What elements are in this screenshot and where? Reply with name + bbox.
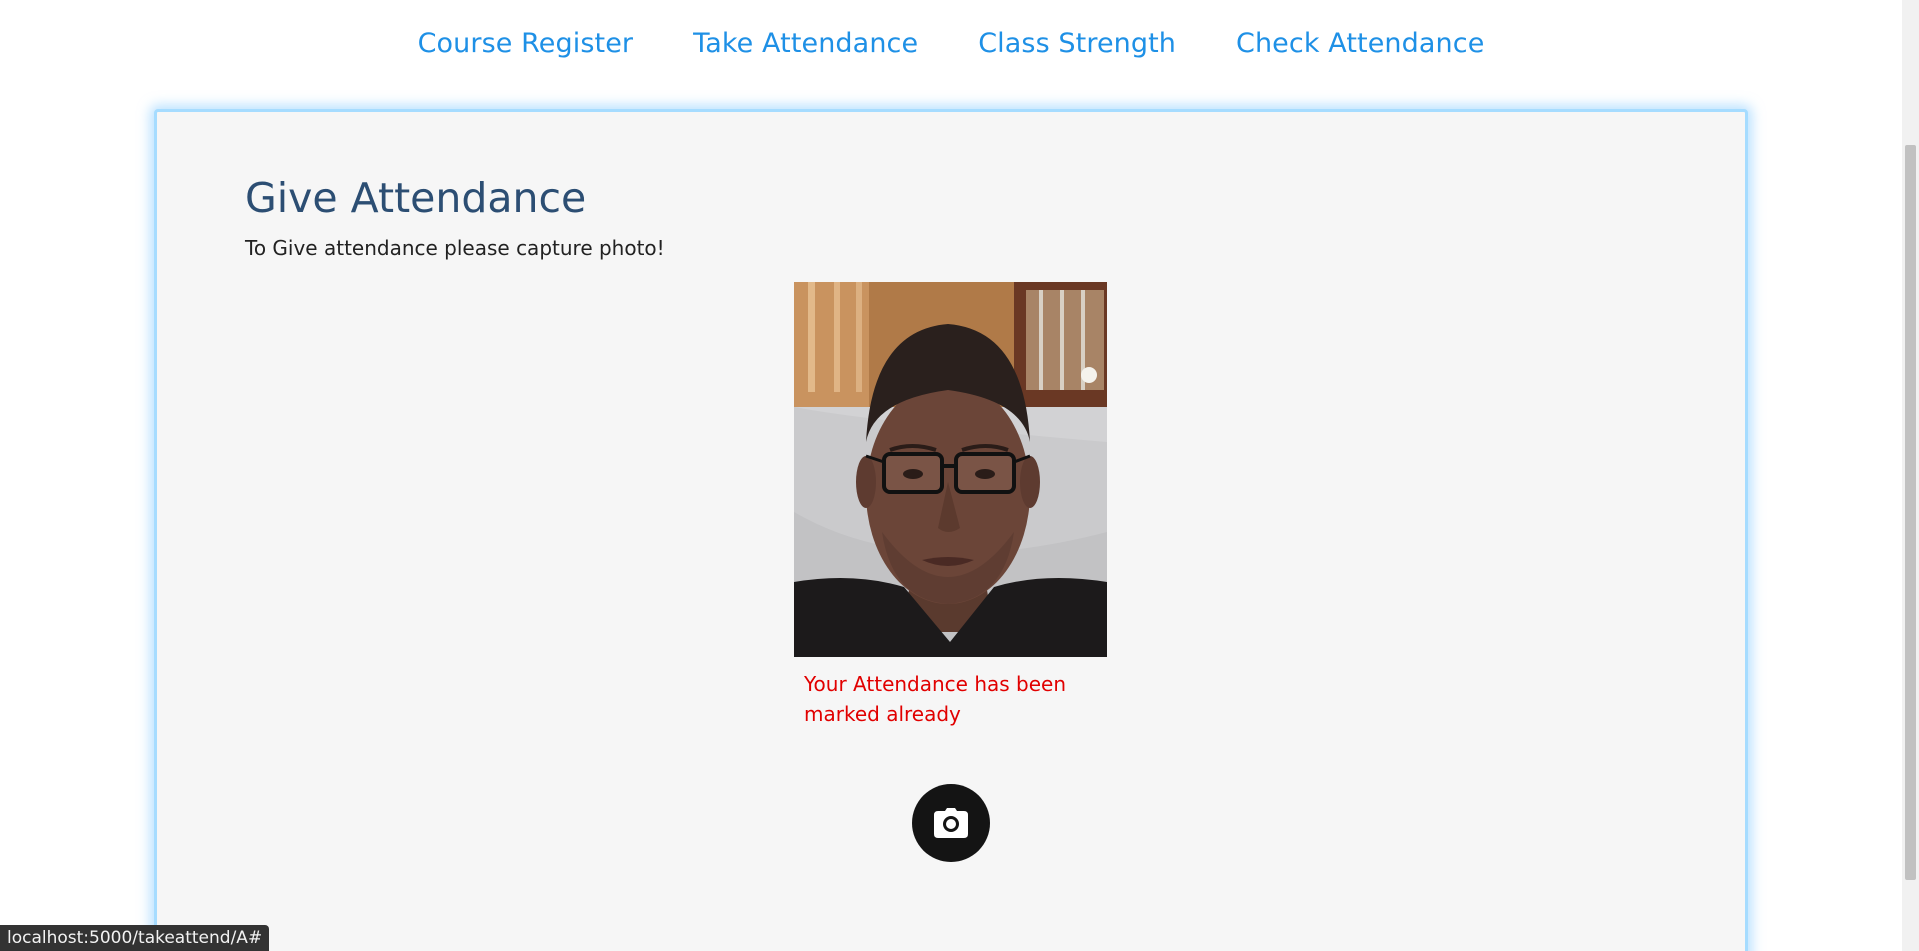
camera-icon (934, 808, 968, 838)
instruction-text: To Give attendance please capture photo! (245, 236, 665, 260)
attendance-status-message: Your Attendance has been marked already (804, 672, 1067, 726)
capture-photo-button[interactable] (912, 784, 990, 862)
nav-link-check-attendance[interactable]: Check Attendance (1236, 28, 1484, 59)
vertical-scrollbar[interactable] (1902, 0, 1919, 951)
nav-link-course-register[interactable]: Course Register (418, 28, 634, 59)
top-nav: Course Register Take Attendance Class St… (0, 0, 1902, 86)
nav-link-class-strength[interactable]: Class Strength (978, 28, 1176, 59)
nav-link-take-attendance[interactable]: Take Attendance (693, 28, 918, 59)
captured-photo (794, 282, 1107, 657)
attendance-card: Give Attendance To Give attendance pleas… (154, 109, 1748, 951)
page-title: Give Attendance (245, 174, 587, 222)
status-bar-url: localhost:5000/takeattend/A# (0, 925, 270, 951)
page: Course Register Take Attendance Class St… (0, 0, 1919, 951)
scrollbar-thumb[interactable] (1905, 145, 1916, 880)
